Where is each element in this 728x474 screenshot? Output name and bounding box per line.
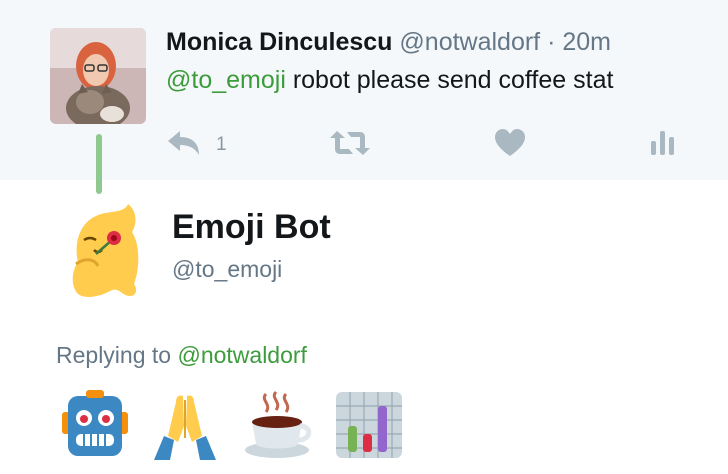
- replying-label: Replying to: [56, 342, 178, 368]
- tweet-header: Monica Dinculescu @notwaldorf · 20m: [166, 28, 611, 57]
- avatar[interactable]: [50, 28, 146, 124]
- bot-name[interactable]: Emoji Bot: [172, 208, 331, 247]
- replying-to-link[interactable]: @notwaldorf: [177, 342, 306, 368]
- thread-line: [96, 134, 102, 194]
- bar-chart-icon: [334, 390, 404, 460]
- analytics-button[interactable]: [650, 128, 676, 162]
- tweet-body: robot please send coffee stat: [285, 66, 614, 94]
- author-handle[interactable]: @notwaldorf: [399, 28, 540, 56]
- robot-icon: [60, 390, 130, 460]
- retweet-button[interactable]: [329, 128, 371, 162]
- reply-icon: [166, 129, 202, 162]
- tweet-actions: 1: [166, 128, 686, 162]
- reply-count: 1: [216, 134, 227, 155]
- separator: ·: [547, 28, 556, 56]
- timestamp[interactable]: 20m: [562, 28, 611, 56]
- retweet-icon: [329, 129, 371, 162]
- like-button[interactable]: [495, 128, 525, 162]
- bot-handle[interactable]: @to_emoji: [172, 256, 282, 283]
- mention-link[interactable]: @to_emoji: [166, 66, 286, 94]
- folded-hands-icon: [150, 390, 220, 460]
- reply-button[interactable]: 1: [166, 128, 227, 162]
- analytics-icon: [650, 129, 676, 162]
- author-name[interactable]: Monica Dinculescu: [166, 28, 392, 56]
- tweet-text: @to_emoji robot please send coffee stat: [166, 66, 613, 95]
- bot-avatar[interactable]: [64, 200, 144, 300]
- hot-beverage-icon: [242, 390, 312, 460]
- heart-icon: [495, 128, 525, 162]
- parent-tweet[interactable]: Monica Dinculescu @notwaldorf · 20m @to_…: [0, 0, 728, 180]
- replying-to: Replying to @notwaldorf: [56, 342, 307, 369]
